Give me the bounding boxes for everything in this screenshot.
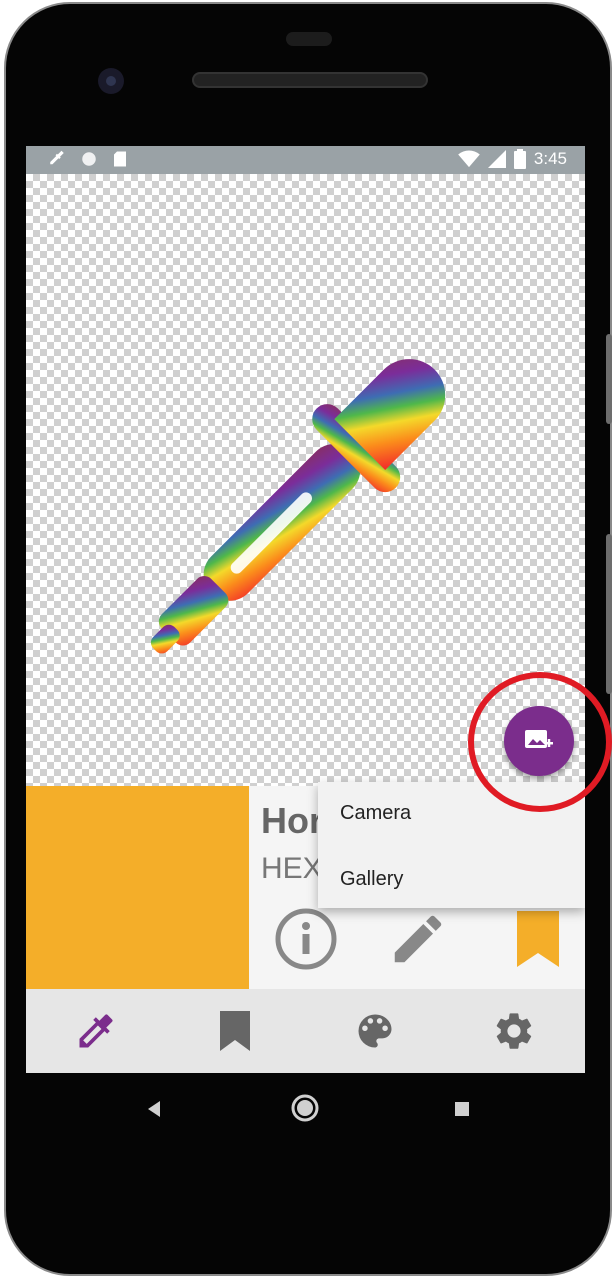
color-hex: HEX bbox=[261, 852, 323, 885]
highlight-annotation bbox=[468, 672, 612, 812]
wifi-icon bbox=[458, 150, 480, 168]
signal-icon bbox=[487, 150, 506, 168]
recents-button[interactable] bbox=[450, 1097, 474, 1121]
front-camera bbox=[98, 68, 124, 94]
settings-icon bbox=[496, 1013, 532, 1049]
color-actions bbox=[249, 898, 585, 988]
back-button[interactable] bbox=[142, 1097, 166, 1121]
nav-item-palette[interactable] bbox=[345, 1001, 405, 1061]
eyedropper-icon bbox=[79, 1014, 113, 1048]
eyedropper-icon bbox=[50, 150, 64, 165]
status-time: 3:45 bbox=[533, 149, 567, 168]
nav-item-settings[interactable] bbox=[484, 1001, 544, 1061]
home-icon bbox=[291, 1094, 319, 1122]
color-name: Hor bbox=[261, 800, 323, 841]
menu-item-camera[interactable]: Camera bbox=[340, 802, 411, 825]
edit-icon bbox=[394, 915, 442, 963]
earpiece bbox=[286, 32, 332, 46]
bookmark-icon bbox=[220, 1011, 250, 1051]
top-speaker bbox=[192, 72, 428, 88]
menu-item-gallery[interactable]: Gallery bbox=[340, 868, 403, 891]
recents-icon bbox=[455, 1102, 469, 1116]
bottom-navigation bbox=[26, 989, 585, 1073]
palette-icon bbox=[358, 1014, 392, 1048]
nav-item-saved[interactable] bbox=[205, 1001, 265, 1061]
edit-button[interactable] bbox=[383, 904, 453, 974]
bookmark-icon bbox=[517, 911, 559, 967]
color-swatch bbox=[26, 786, 249, 989]
home-button[interactable] bbox=[290, 1093, 320, 1123]
circle-icon bbox=[82, 152, 96, 166]
power-button bbox=[606, 534, 612, 694]
info-button[interactable] bbox=[271, 904, 341, 974]
back-icon bbox=[148, 1101, 160, 1117]
bookmark-button[interactable] bbox=[503, 904, 573, 974]
battery-icon bbox=[513, 149, 526, 169]
info-icon bbox=[275, 908, 337, 970]
nav-item-picker[interactable] bbox=[66, 1001, 126, 1061]
system-navigation-bar bbox=[6, 1077, 614, 1147]
status-bar: 3:45 bbox=[26, 146, 585, 174]
app-screen: 3:45 Hor HEX Camera Gallery bbox=[26, 146, 585, 1073]
rainbow-eyedropper-icon bbox=[150, 359, 446, 654]
sd-card-icon bbox=[114, 151, 126, 167]
volume-button bbox=[606, 334, 612, 424]
